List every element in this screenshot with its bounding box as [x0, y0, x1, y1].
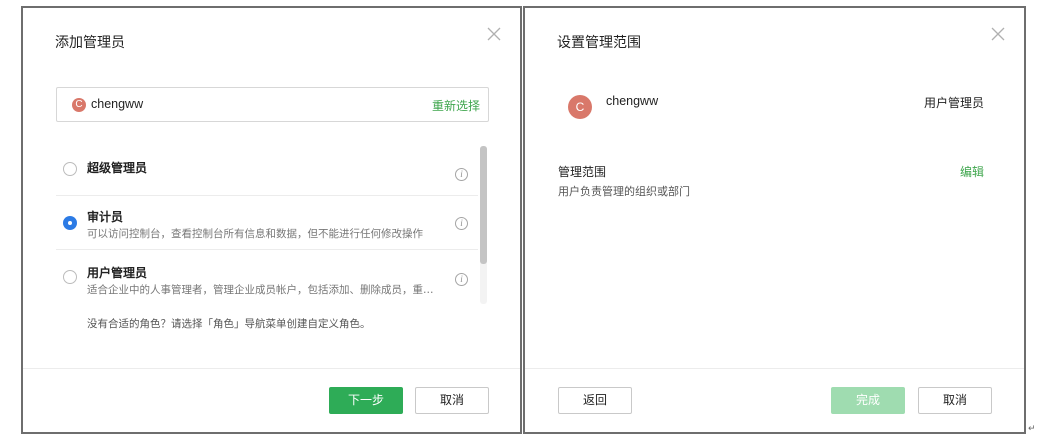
scrollbar-thumb[interactable]	[480, 146, 487, 264]
close-icon[interactable]	[990, 26, 1006, 42]
avatar: C	[72, 98, 86, 112]
next-button[interactable]: 下一步	[329, 387, 403, 414]
role-name: 用户管理员	[87, 266, 148, 280]
selected-user-box: C chengww 重新选择	[56, 87, 489, 122]
set-scope-dialog: 设置管理范围 C chengww 用户管理员 管理范围 用户负责管理的组织或部门…	[523, 6, 1026, 434]
custom-role-hint: 没有合适的角色？请选择「角色」导航菜单创建自定义角色。	[87, 318, 371, 330]
scrollbar[interactable]	[480, 146, 487, 304]
scope-description: 用户负责管理的组织或部门	[558, 185, 690, 198]
dialog-title: 设置管理范围	[557, 35, 641, 51]
dialog-title: 添加管理员	[55, 35, 125, 51]
scope-label: 管理范围	[558, 165, 607, 179]
avatar: C	[568, 95, 592, 119]
footer-divider	[525, 368, 1024, 369]
back-button[interactable]: 返回	[558, 387, 632, 414]
selected-user-name: chengww	[91, 97, 144, 111]
add-admin-dialog: 添加管理员 C chengww 重新选择 超级管理员 i 审计员 可以访问控制台…	[21, 6, 522, 434]
cancel-button[interactable]: 取消	[415, 387, 489, 414]
user-role: 用户管理员	[923, 96, 984, 110]
role-option-super-admin[interactable]: 超级管理员 i	[56, 142, 478, 196]
info-icon[interactable]: i	[455, 168, 468, 181]
role-desc: 适合企业中的人事管理者，管理企业成员帐户，包括添加、删除成员，重置密...	[87, 284, 439, 296]
radio-button[interactable]	[63, 216, 77, 230]
edit-scope-link[interactable]: 编辑	[960, 163, 984, 180]
info-icon[interactable]: i	[455, 217, 468, 230]
close-icon[interactable]	[486, 26, 502, 42]
footer-divider	[23, 368, 520, 369]
done-button[interactable]: 完成	[831, 387, 905, 414]
role-name: 超级管理员	[87, 161, 148, 175]
user-name: chengww	[606, 94, 659, 108]
role-list: 超级管理员 i 审计员 可以访问控制台，查看控制台所有信息和数据，但不能进行任何…	[56, 142, 490, 301]
return-mark: ↵	[1028, 424, 1036, 434]
role-desc: 可以访问控制台，查看控制台所有信息和数据，但不能进行任何修改操作	[87, 228, 423, 240]
role-option-user-admin[interactable]: 用户管理员 适合企业中的人事管理者，管理企业成员帐户，包括添加、删除成员，重置密…	[56, 250, 478, 301]
reselect-link[interactable]: 重新选择	[432, 97, 480, 114]
role-name: 审计员	[87, 210, 124, 224]
role-option-auditor[interactable]: 审计员 可以访问控制台，查看控制台所有信息和数据，但不能进行任何修改操作 i	[56, 196, 478, 250]
cancel-button[interactable]: 取消	[918, 387, 992, 414]
radio-button[interactable]	[63, 270, 77, 284]
info-icon[interactable]: i	[455, 273, 468, 286]
radio-button[interactable]	[63, 162, 77, 176]
